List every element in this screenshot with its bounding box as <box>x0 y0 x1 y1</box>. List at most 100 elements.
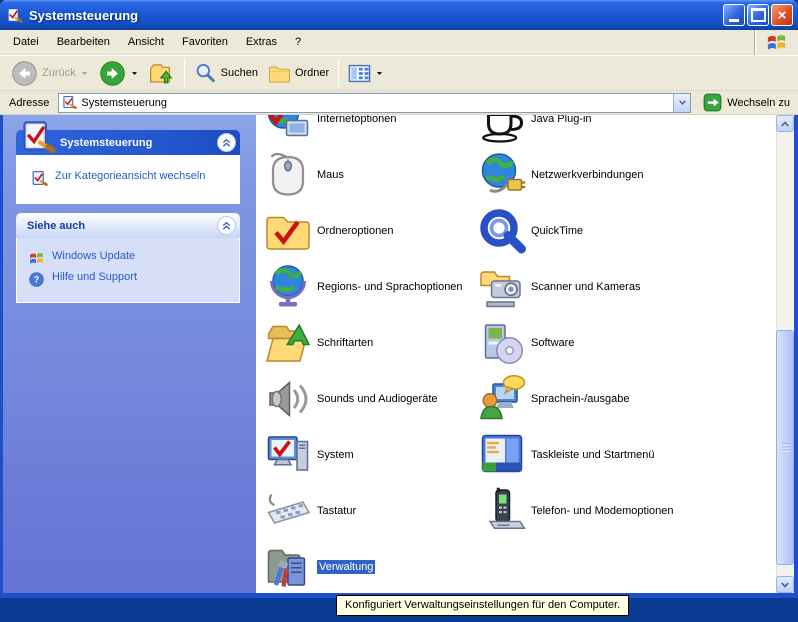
list-item-label: Regions- und Sprachoptionen <box>317 281 463 293</box>
up-folder-icon <box>149 60 175 86</box>
list-item-label: Sounds und Audiogeräte <box>317 393 438 405</box>
region-icon <box>264 263 312 311</box>
forward-icon <box>99 60 126 87</box>
menu-item-hilfe[interactable]: ? <box>286 30 310 54</box>
list-item-netzwerkverbindungen[interactable]: Netzwerkverbindungen <box>478 147 730 203</box>
list-item-telefon-und-modemoptionen[interactable]: Telefon- und Modemoptionen <box>478 483 730 539</box>
list-item-label: Sprachein-/ausgabe <box>531 393 629 405</box>
toolbar-separator <box>338 59 339 87</box>
menu-item-extras[interactable]: Extras <box>237 30 286 54</box>
system-icon <box>264 431 312 479</box>
phone-modem-icon <box>478 487 526 535</box>
back-icon <box>11 60 38 87</box>
views-button[interactable] <box>343 57 389 89</box>
help-icon: ? <box>28 271 45 288</box>
java-icon <box>478 115 526 143</box>
category-view-icon <box>31 170 48 187</box>
scrollbar-thumb[interactable] <box>776 330 794 565</box>
mouse-icon <box>264 151 312 199</box>
see-also-panel: Siehe auch Windows Update? Hilfe und Supp… <box>16 213 240 303</box>
window-icon <box>6 7 23 24</box>
scroll-down-button[interactable] <box>776 576 794 593</box>
address-field[interactable]: Systemsteuerung <box>58 93 691 113</box>
forward-dropdown-caret-icon[interactable] <box>130 69 139 78</box>
network-icon <box>478 151 526 199</box>
panel-title: Systemsteuerung <box>60 137 152 149</box>
list-item-label: Taskleiste und Startmenü <box>531 449 655 461</box>
list-item-label: Netzwerkverbindungen <box>531 169 644 181</box>
close-button[interactable]: × <box>771 4 793 26</box>
list-item-sprachein-ausgabe[interactable]: Sprachein-/ausgabe <box>478 371 730 427</box>
menu-item-ansicht[interactable]: Ansicht <box>119 30 173 54</box>
menu-item-favoriten[interactable]: Favoriten <box>173 30 237 54</box>
address-dropdown-button[interactable] <box>673 94 690 112</box>
chevron-down-icon <box>780 580 790 590</box>
menu-item-datei[interactable]: Datei <box>4 30 48 54</box>
views-icon <box>348 62 371 85</box>
sidebar-link-hilfe-und-support[interactable]: ? Hilfe und Support <box>28 271 235 288</box>
speech-icon <box>478 375 526 423</box>
go-button[interactable]: Wechseln zu <box>695 91 798 115</box>
collapse-panel-button[interactable] <box>217 133 236 152</box>
go-label: Wechseln zu <box>727 97 790 109</box>
list-item-software[interactable]: Software <box>478 315 730 371</box>
list-item-label: Internetoptionen <box>317 115 397 125</box>
go-icon <box>703 93 722 112</box>
list-item-label: Java Plug-in <box>531 115 592 125</box>
scanner-camera-icon <box>478 263 526 311</box>
svg-text:?: ? <box>34 275 40 285</box>
collapse-panel-button[interactable] <box>217 216 236 235</box>
list-item-taskleiste-und-startmen[interactable]: Taskleiste und Startmenü <box>478 427 730 483</box>
internet-options-icon <box>264 115 312 143</box>
sounds-icon <box>264 375 312 423</box>
folders-label: Ordner <box>295 67 329 79</box>
list-item-label: Verwaltung <box>317 560 375 574</box>
panel-body: Windows Update? Hilfe und Support <box>16 238 240 303</box>
list-item-label: Scanner und Kameras <box>531 281 640 293</box>
titlebar[interactable]: Systemsteuerung × <box>0 0 798 30</box>
list-item-label: QuickTime <box>531 225 583 237</box>
back-label: Zurück <box>42 67 76 79</box>
scrollbar-grip <box>782 443 790 452</box>
admin-tools-icon <box>264 543 312 591</box>
back-button[interactable]: Zurück <box>6 57 94 89</box>
folders-button[interactable]: Ordner <box>263 57 334 89</box>
chevron-double-up-icon <box>220 136 233 149</box>
forward-button[interactable] <box>94 57 144 89</box>
views-dropdown-caret-icon[interactable] <box>375 69 384 78</box>
sidebar-link-label: Hilfe und Support <box>52 271 137 283</box>
folder-icon <box>268 62 291 85</box>
window-controls: × <box>723 4 793 26</box>
addressbar: Adresse Systemsteuerung Wechseln zu <box>0 91 798 115</box>
scroll-up-button[interactable] <box>776 115 794 132</box>
minimize-button[interactable] <box>723 4 745 26</box>
tooltip: Konfiguriert Verwaltungseinstellungen fü… <box>336 595 629 616</box>
sidebar-link-windows-update[interactable]: Windows Update <box>28 250 235 267</box>
list-item-label: Schriftarten <box>317 337 373 349</box>
taskbar-icon <box>478 431 526 479</box>
quicktime-icon <box>478 207 526 255</box>
panel-header: Siehe auch <box>16 213 240 238</box>
back-dropdown-caret-icon[interactable] <box>80 69 89 78</box>
list-item-label: Tastatur <box>317 505 356 517</box>
search-button[interactable]: Suchen <box>189 57 263 89</box>
panel-body: Zur Kategorieansicht wechseln <box>16 155 240 204</box>
list-item-scanner-und-kameras[interactable]: Scanner und Kameras <box>478 259 730 315</box>
menu-item-bearbeiten[interactable]: Bearbeiten <box>48 30 119 54</box>
list-item-verwaltung[interactable]: Verwaltung <box>264 539 516 593</box>
windows-logo-block <box>754 30 798 55</box>
windows-logo-icon <box>765 31 788 54</box>
list-item-quicktime[interactable]: QuickTime <box>478 203 730 259</box>
sidebar-link-zur-kategorieansicht-wechseln[interactable]: Zur Kategorieansicht wechseln <box>31 170 235 187</box>
up-button[interactable] <box>144 57 180 89</box>
windows-update-icon <box>28 250 45 267</box>
list-item-java-plug-in[interactable]: Java Plug-in <box>478 115 730 147</box>
maximize-button[interactable] <box>747 4 769 26</box>
icon-list-area: InternetoptionenMausOrdneroptionenRegion… <box>256 115 776 593</box>
control-panel-task-panel: Systemsteuerung Zur Kategorieansicht wec… <box>16 130 240 204</box>
vertical-scrollbar[interactable] <box>776 115 794 593</box>
window: Systemsteuerung × Datei Bearbeiten Ansic… <box>0 0 798 598</box>
list-item-label: Maus <box>317 169 344 181</box>
address-value-icon <box>62 95 77 110</box>
search-icon <box>194 62 217 85</box>
